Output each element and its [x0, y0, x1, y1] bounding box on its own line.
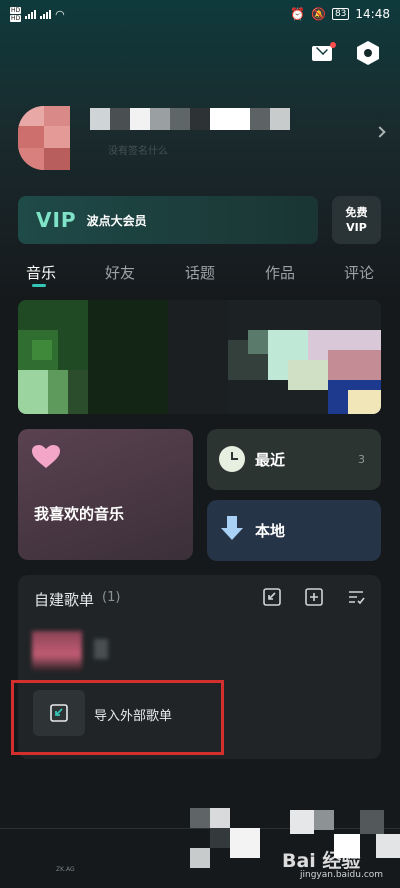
vip-label: 波点大会员: [86, 213, 147, 228]
free-vip-line2: VIP: [346, 221, 367, 234]
tab-comments[interactable]: 评论: [344, 262, 374, 283]
download-icon: [221, 516, 243, 540]
settings-icon[interactable]: [356, 40, 380, 66]
signal-bars-icon: [25, 9, 37, 19]
banner-image[interactable]: [18, 300, 381, 414]
playlist-item-obscured[interactable]: [32, 631, 112, 671]
tab-topics[interactable]: 话题: [185, 262, 215, 283]
chevron-right-icon[interactable]: [374, 126, 386, 138]
signal-bars-2-icon: [40, 9, 52, 19]
alarm-icon: ⏰: [290, 7, 305, 21]
tab-friends[interactable]: 好友: [105, 262, 135, 283]
tab-music[interactable]: 音乐: [26, 262, 56, 283]
add-playlist-icon[interactable]: [304, 587, 324, 607]
signal-indicators: HD HD ◠: [10, 6, 65, 22]
free-vip-line1: 免费: [345, 206, 368, 219]
recent-count: 3: [358, 453, 365, 466]
status-time: 14:48: [355, 7, 390, 21]
status-bar: HD HD ◠ ⏰ 🔕 83 14:48: [0, 0, 400, 28]
baidu-watermark-url: jingyan.baidu.com: [300, 870, 384, 880]
local-label: 本地: [255, 522, 286, 540]
notification-dot: [330, 42, 336, 48]
playlist-title: 自建歌单: [34, 591, 95, 609]
bottom-small-text: ZK.AG: [56, 866, 75, 873]
username-obscured: [90, 108, 290, 130]
free-vip-button[interactable]: 免费 VIP: [332, 196, 381, 244]
avatar[interactable]: [18, 106, 70, 170]
baidu-watermark: Bai 经验: [282, 850, 361, 872]
recent-label: 最近: [255, 451, 286, 469]
vip-logo: VIP: [36, 208, 77, 232]
active-tab-indicator: [32, 284, 46, 287]
recent-card[interactable]: 最近 3: [207, 429, 381, 490]
profile-tabs: 音乐 好友 话题 作品 评论: [0, 258, 400, 290]
annotation-highlight-box: [11, 680, 224, 755]
playlist-count: (1): [102, 590, 121, 605]
tab-works[interactable]: 作品: [265, 262, 295, 283]
profile-signature: 没有签名什么: [108, 146, 168, 157]
battery-indicator: 83: [331, 8, 350, 20]
mail-icon[interactable]: [310, 42, 336, 64]
vip-membership-card[interactable]: VIP 波点大会员: [18, 196, 318, 244]
mute-icon: 🔕: [311, 7, 326, 21]
import-playlist-icon[interactable]: [262, 587, 282, 607]
heart-icon: [32, 445, 60, 468]
profile-row[interactable]: 没有签名什么: [18, 102, 388, 172]
local-card[interactable]: 本地: [207, 500, 381, 561]
manage-playlist-icon[interactable]: [346, 587, 366, 607]
wifi-icon: ◠: [55, 7, 65, 21]
favorite-music-card[interactable]: 我喜欢的音乐: [18, 429, 193, 560]
hd-badges: HD HD: [10, 6, 22, 22]
clock-icon: [219, 446, 245, 472]
favorite-music-label: 我喜欢的音乐: [34, 505, 125, 523]
